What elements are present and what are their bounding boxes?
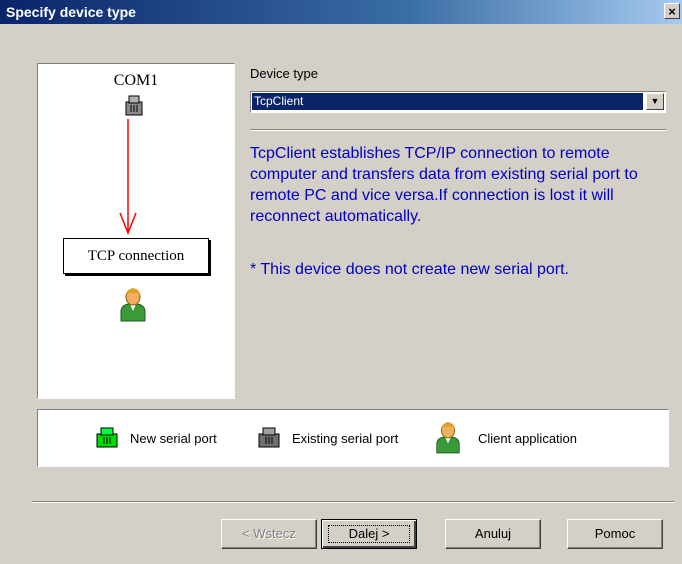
legend-new-port: New serial port (94, 426, 244, 452)
client-application-icon (436, 422, 460, 454)
legend-panel: New serial port Existing serial port Cli… (37, 409, 669, 467)
device-type-value: TcpClient (252, 93, 643, 110)
focus-indicator (328, 525, 410, 543)
client-application-icon (120, 288, 146, 322)
window-title: Specify device type (6, 4, 136, 20)
device-description: TcpClient establishes TCP/IP connection … (250, 145, 638, 225)
legend-new-port-label: New serial port (130, 431, 217, 446)
legend-client-app: Client application (434, 422, 614, 454)
device-note: * This device does not create new serial… (250, 261, 569, 278)
close-icon: × (668, 4, 676, 19)
legend-existing-port-label: Existing serial port (292, 431, 399, 446)
port-label: COM1 (113, 72, 159, 89)
chevron-down-icon[interactable]: ▼ (646, 93, 664, 110)
tcp-connection-box: TCP connection (63, 238, 209, 274)
back-button[interactable]: < Wstecz (221, 519, 317, 549)
existing-serial-port-icon (125, 95, 143, 116)
connection-arrow (119, 119, 137, 236)
cancel-button[interactable]: Anuluj (445, 519, 541, 549)
close-button[interactable]: × (664, 3, 680, 19)
new-serial-port-icon (96, 427, 118, 448)
button-separator (32, 501, 674, 503)
help-button[interactable]: Pomoc (567, 519, 663, 549)
legend-existing-port: Existing serial port (256, 426, 426, 452)
separator (250, 129, 666, 131)
legend-client-app-label: Client application (478, 431, 578, 446)
next-button[interactable]: Dalej > (321, 519, 417, 549)
title-bar: Specify device type × (0, 0, 682, 24)
diagram-panel: COM1 TCP connection (37, 63, 235, 399)
device-type-select[interactable]: TcpClient ▼ (250, 91, 666, 113)
device-type-label: Device type (250, 66, 318, 81)
existing-serial-port-icon (258, 427, 280, 448)
